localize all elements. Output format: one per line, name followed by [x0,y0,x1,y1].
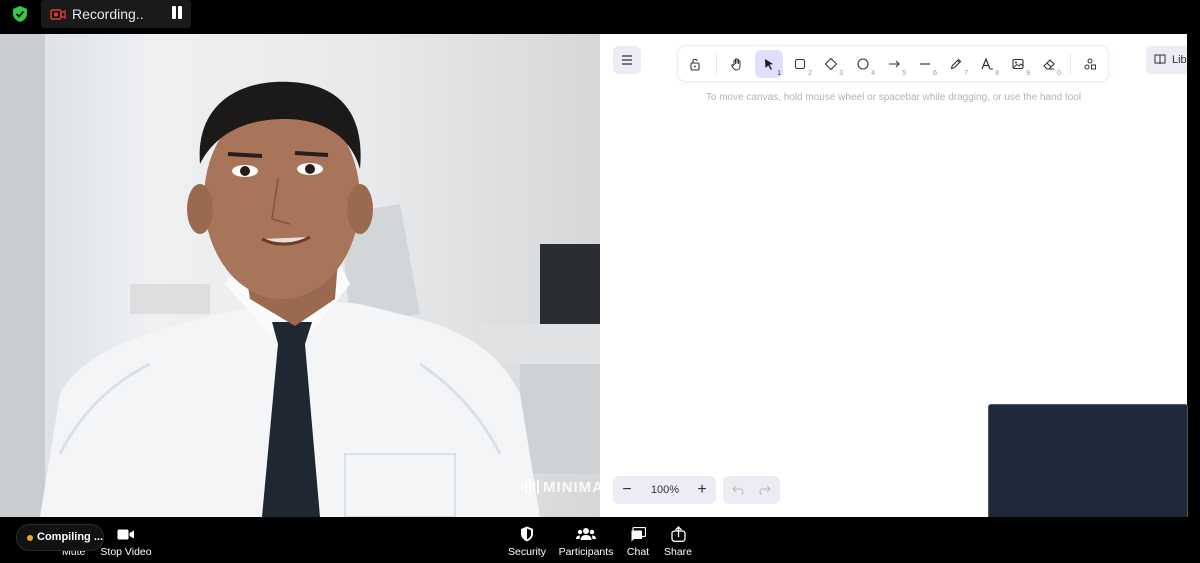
record-icon [50,9,66,20]
toolbar-divider [716,54,717,74]
watermark-text: MINIMAX [543,478,600,496]
main-menu-button[interactable] [613,46,641,74]
canvas-hint: To move canvas, hold mouse wheel or spac… [705,92,1082,103]
shortcut-key: 2 [808,70,812,77]
arrow-icon [889,60,900,68]
diamond-icon [824,57,838,71]
status-dot [27,535,33,541]
participants-button[interactable]: Participants [558,525,614,558]
hamburger-icon [622,55,632,65]
compiling-status: Compiling ... [16,524,104,551]
undo-redo-controls [723,476,780,504]
chat-label: Chat [626,546,650,558]
text-icon [981,57,993,70]
chat-icon [630,526,646,541]
recording-label: Recording.. [72,6,144,22]
redo-button[interactable] [751,476,779,504]
shortcut-key: 0 [1057,70,1061,77]
ellipse-tool[interactable]: 4 [849,50,877,78]
extra-tools-button[interactable] [1076,50,1104,78]
lock-icon [690,58,700,71]
rectangle-tool[interactable]: 2 [786,50,814,78]
shield-icon[interactable] [11,5,29,23]
top-bar: Recording.. [0,0,1200,34]
drawing-toolbar: 1 2 3 4 5 6 7 8 9 0 [678,46,1108,81]
eraser-icon [1043,59,1055,70]
line-icon [920,63,930,65]
security-button[interactable]: Security [507,525,547,558]
arrow-tool[interactable]: 5 [880,50,908,78]
watermark: MINIMAX [521,478,600,496]
diamond-tool[interactable]: 3 [817,50,845,78]
undo-icon [732,485,744,495]
line-tool[interactable]: 6 [911,50,939,78]
select-tool[interactable]: 1 [755,50,783,78]
chat-button[interactable]: Chat [624,525,652,558]
lock-tool[interactable] [681,50,709,78]
library-button[interactable]: Libr [1146,46,1191,74]
waveform-icon [521,478,539,496]
stop-video-label: Stop Video [100,546,152,558]
select-arrow-icon [765,59,773,70]
share-icon [670,526,686,542]
zoom-controls: − 100% + [613,476,716,504]
redo-icon [759,485,771,495]
pencil-icon [950,58,962,70]
share-button[interactable]: Share [664,525,692,558]
eraser-tool[interactable]: 0 [1035,50,1063,78]
text-tool[interactable]: 8 [973,50,1001,78]
ellipse-icon [857,58,869,70]
toolbar-divider [1070,54,1071,74]
shortcut-key: 4 [871,70,875,77]
compiling-label: Compiling ... [37,531,103,543]
shortcut-key: 8 [995,70,999,77]
shortcut-key: 6 [933,70,937,77]
shapes-icon [1084,58,1096,70]
meeting-window: Recording.. MINIMA 1 2 3 4 5 6 7 8 9 0 L… [0,0,1200,563]
stop-video-button[interactable]: Stop Video [100,525,152,558]
shortcut-key: 1 [777,70,781,77]
participants-label: Participants [558,546,614,558]
book-icon [1154,54,1166,65]
window-edge [1187,34,1200,517]
zoom-out-button[interactable]: − [613,476,641,504]
recording-indicator: Recording.. [41,0,191,28]
video-feed: MINIMAX [0,34,600,517]
video-camera-icon [117,529,134,539]
pause-icon [172,6,176,19]
hand-tool[interactable] [723,50,751,78]
meeting-controls-bar: Mute Compiling ... Stop Video Security P… [0,517,1200,563]
shortcut-key: 3 [839,70,843,77]
speaker-video-image [0,34,600,517]
shortcut-key: 9 [1026,70,1030,77]
image-icon [1012,58,1024,70]
undo-button[interactable] [724,476,752,504]
image-tool[interactable]: 9 [1004,50,1032,78]
participants-icon [576,528,596,540]
hand-icon [731,58,741,71]
rectangle-icon [794,58,806,70]
security-label: Security [508,546,546,558]
draw-tool[interactable]: 7 [942,50,970,78]
zoom-level[interactable]: 100% [643,476,687,504]
pause-recording-button[interactable] [170,5,184,21]
shortcut-key: 5 [902,70,906,77]
zoom-in-button[interactable]: + [688,476,716,504]
shield-icon [521,526,533,542]
share-label: Share [664,546,693,558]
shortcut-key: 7 [964,70,968,77]
